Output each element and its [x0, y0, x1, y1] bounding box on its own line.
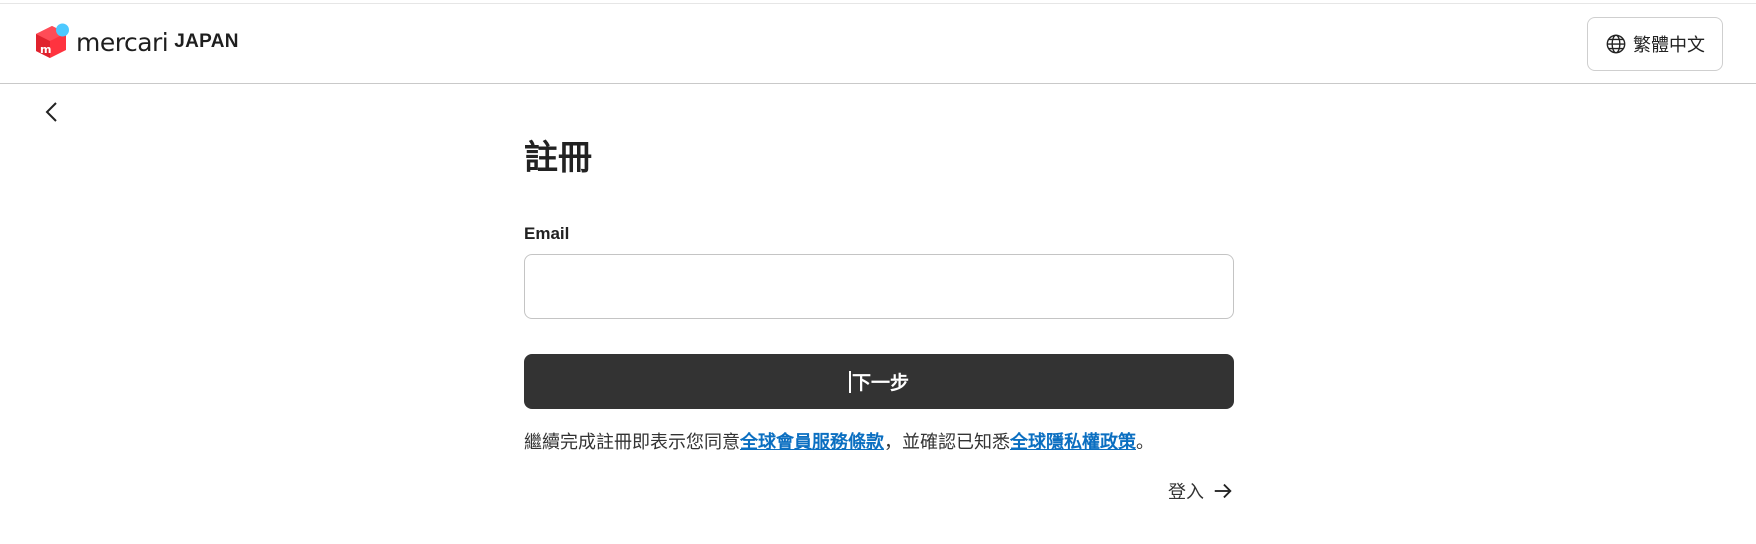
terms-of-service-link[interactable]: 全球會員服務條款 — [740, 432, 884, 453]
terms-notice: 繼續完成註冊即表示您同意全球會員服務條款，並確認已知悉全球隱私權政策。 — [524, 430, 1154, 456]
terms-suffix: 。 — [1136, 432, 1154, 453]
login-label: 登入 — [1168, 482, 1204, 503]
back-button[interactable] — [40, 99, 64, 127]
email-label: Email — [524, 224, 570, 243]
globe-icon — [1606, 34, 1626, 54]
site-header: m mercari JAPAN 繁體中文 — [0, 4, 1756, 84]
page-title: 註冊 — [524, 138, 592, 178]
privacy-policy-link[interactable]: 全球隱私權政策 — [1010, 432, 1136, 453]
terms-middle: ，並確認已知悉 — [884, 432, 1010, 453]
logo-wordmark: mercari — [76, 27, 169, 57]
logo-country: JAPAN — [174, 31, 239, 52]
terms-prefix: 繼續完成註冊即表示您同意 — [524, 432, 740, 453]
email-field[interactable] — [524, 254, 1234, 319]
signup-page: m mercari JAPAN 繁體中文 註冊 Email 下一步 繼續完成註冊… — [0, 0, 1756, 544]
language-label: 繁體中文 — [1633, 35, 1705, 56]
next-button-label: 下一步 — [851, 372, 909, 394]
logo-mark-letter: m — [40, 43, 51, 56]
language-button[interactable]: 繁體中文 — [1587, 17, 1723, 71]
text-cursor — [848, 370, 851, 393]
mercari-japan-logo[interactable]: m mercari JAPAN — [33, 22, 239, 62]
chevron-left-icon — [45, 102, 57, 122]
arrow-right-icon — [1214, 483, 1232, 499]
mercari-logo-icon: m — [36, 23, 69, 58]
next-button[interactable]: 下一步 — [524, 354, 1234, 409]
login-link[interactable]: 登入 — [1168, 478, 1234, 504]
